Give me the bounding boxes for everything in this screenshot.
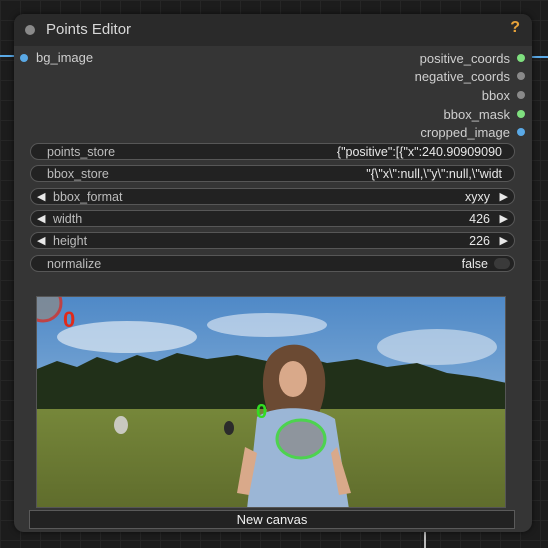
bbox-store-value: "{\"x\":null,\"y\":null,\"widt [366, 167, 502, 181]
node-title-bar[interactable]: Points Editor ? [14, 14, 532, 46]
bbox-format-label: bbox_format [53, 190, 123, 204]
output-wire [532, 56, 548, 58]
normalize-value: false [461, 257, 488, 271]
normalize-toggle-field[interactable]: normalize false [30, 255, 515, 272]
width-label: width [53, 212, 83, 226]
points-store-label: points_store [47, 145, 116, 159]
help-icon[interactable]: ? [510, 19, 520, 37]
output-label-positive-coords: positive_coords [419, 51, 510, 66]
output-label-negative-coords: negative_coords [414, 69, 510, 84]
input-label-bg-image: bg_image [36, 50, 94, 65]
points-store-value: {"positive":[{"x":240.90909090 [336, 145, 502, 159]
collapse-dot-icon[interactable] [25, 25, 35, 35]
increment-arrow-icon[interactable]: ▶ [500, 234, 508, 247]
bbox-format-value: xyxy [465, 190, 490, 204]
output-slot-bbox[interactable] [517, 91, 525, 99]
positive-point-label: 0 [256, 401, 268, 423]
bbox-store-field[interactable]: bbox_store "{\"x\":null,\"y\":null,\"wid… [30, 165, 515, 182]
increment-arrow-icon[interactable]: ▶ [500, 190, 508, 203]
output-label-bbox-mask: bbox_mask [443, 107, 510, 122]
input-wire [0, 55, 14, 57]
width-value: 426 [469, 212, 490, 226]
height-number-field[interactable]: ◀ height 226 ▶ [30, 232, 515, 249]
normalize-toggle-knob[interactable] [494, 258, 510, 269]
points-editor-node[interactable]: Points Editor ? bg_image positive_coords… [14, 14, 532, 532]
bbox-store-label: bbox_store [47, 167, 109, 181]
background-image [37, 297, 505, 507]
output-slot-negative-coords[interactable] [517, 72, 525, 80]
bbox-format-combo[interactable]: ◀ bbox_format xyxy ▶ [30, 188, 515, 205]
output-slot-cropped-image[interactable] [517, 128, 525, 136]
output-wire-bottom [424, 532, 426, 548]
height-label: height [53, 234, 88, 248]
decrement-arrow-icon[interactable]: ◀ [37, 212, 45, 225]
negative-point-marker[interactable] [36, 296, 83, 343]
input-slot-bg-image[interactable] [20, 54, 28, 62]
decrement-arrow-icon[interactable]: ◀ [37, 234, 45, 247]
increment-arrow-icon[interactable]: ▶ [500, 212, 508, 225]
points-canvas[interactable]: 0 0 [36, 296, 506, 508]
positive-point-marker[interactable] [273, 415, 329, 463]
output-label-cropped-image: cropped_image [420, 125, 510, 140]
new-canvas-button[interactable]: New canvas [29, 510, 515, 529]
decrement-arrow-icon[interactable]: ◀ [37, 190, 45, 203]
output-label-bbox: bbox [481, 88, 510, 103]
negative-point-label: 0 [63, 307, 76, 332]
points-store-field[interactable]: points_store {"positive":[{"x":240.90909… [30, 143, 515, 160]
node-title: Points Editor [46, 21, 132, 38]
output-slot-positive-coords[interactable] [517, 54, 525, 62]
height-value: 226 [469, 234, 490, 248]
normalize-label: normalize [47, 257, 102, 271]
output-slot-bbox-mask[interactable] [517, 110, 525, 118]
width-number-field[interactable]: ◀ width 426 ▶ [30, 210, 515, 227]
